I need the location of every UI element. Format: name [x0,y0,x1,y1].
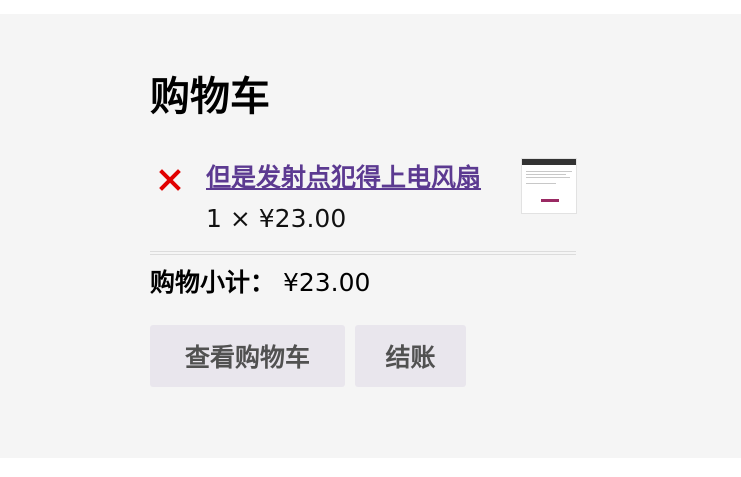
cart-item: 但是发射点犯得上电风扇 1 × ¥23.00 [150,158,577,238]
cart-item-quantity-price: 1 × ¥23.00 [206,202,346,236]
view-cart-button[interactable]: 查看购物车 [150,325,345,387]
subtotal-value: ¥23.00 [282,268,371,297]
multiply-sign: × [229,204,251,233]
remove-item-button[interactable] [158,168,182,192]
subtotal-label: 购物小计： [150,268,276,297]
checkout-button[interactable]: 结账 [355,325,466,387]
cart-title: 购物车 [150,74,270,120]
cart-item-quantity: 1 [206,204,222,233]
cart-actions: 查看购物车 结账 [150,325,576,387]
cart-item-price: ¥23.00 [258,204,347,233]
cart-subtotal: 购物小计： ¥23.00 [150,265,576,301]
close-icon [159,169,181,191]
divider [150,251,576,255]
mini-cart: 购物车 但是发射点犯得上电风扇 1 × ¥23.00 购物小计： ¥23.00 … [150,72,577,387]
cart-item-thumbnail[interactable] [521,158,577,214]
mini-cart-panel: 购物车 但是发射点犯得上电风扇 1 × ¥23.00 购物小计： ¥23.00 … [0,14,741,458]
cart-item-name-link[interactable]: 但是发射点犯得上电风扇 [206,161,481,195]
